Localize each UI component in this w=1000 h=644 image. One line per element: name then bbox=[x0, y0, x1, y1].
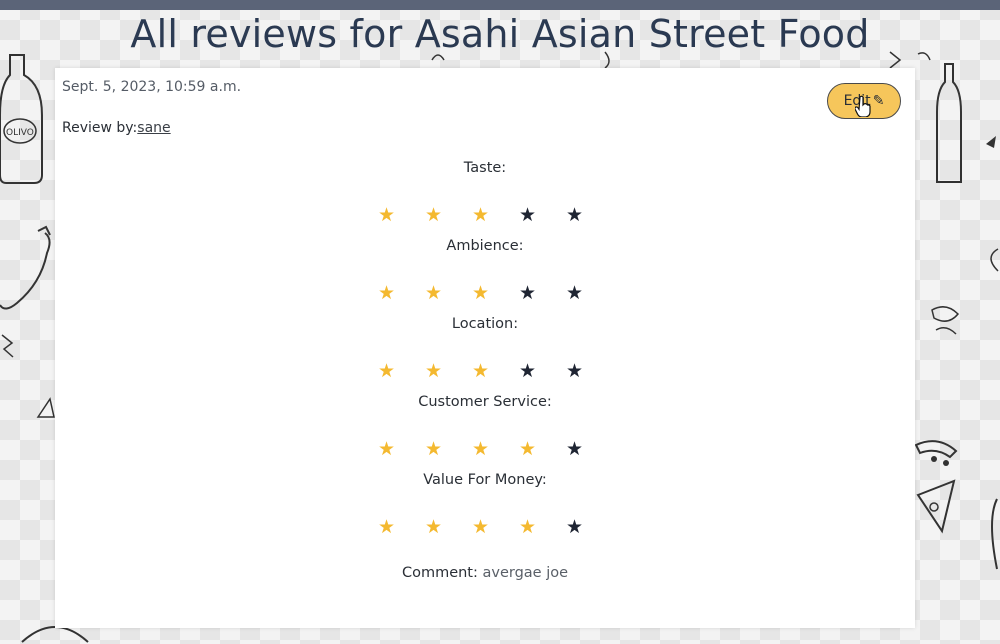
bottle-doodle bbox=[936, 63, 962, 183]
hand-pointer-icon bbox=[855, 95, 871, 117]
star-icon: ★ bbox=[471, 204, 490, 226]
star-icon: ★ bbox=[424, 516, 443, 538]
star-icon: ★ bbox=[377, 516, 396, 538]
pencil-icon: ✎ bbox=[872, 93, 885, 109]
rating-label: Ambience: bbox=[446, 238, 524, 254]
pizza-doodle bbox=[914, 440, 958, 534]
review-comment: Comment: avergae joe bbox=[55, 565, 915, 581]
star-rating: ★ ★ ★ ★ ★ bbox=[377, 518, 584, 537]
star-icon: ★ bbox=[518, 360, 537, 382]
star-icon: ★ bbox=[565, 516, 584, 538]
star-rating: ★ ★ ★ ★ ★ bbox=[377, 440, 584, 459]
svg-text:OLIVO: OLIVO bbox=[6, 128, 34, 138]
star-icon: ★ bbox=[377, 438, 396, 460]
star-icon: ★ bbox=[565, 282, 584, 304]
star-icon: ★ bbox=[471, 282, 490, 304]
star-icon: ★ bbox=[565, 204, 584, 226]
rating-label: Customer Service: bbox=[418, 394, 552, 410]
cheese-doodle bbox=[36, 397, 55, 418]
leaf-doodle bbox=[986, 136, 996, 148]
rating-customer-service: Customer Service: ★ ★ ★ ★ ★ bbox=[55, 390, 915, 468]
star-icon: ★ bbox=[377, 204, 396, 226]
star-icon: ★ bbox=[377, 360, 396, 382]
star-icon: ★ bbox=[377, 282, 396, 304]
ratings-list: Taste: ★ ★ ★ ★ ★ Ambience: ★ ★ ★ ★ ★ Location: ★… bbox=[55, 156, 915, 546]
review-card: Sept. 5, 2023, 10:59 a.m. Review by:sane… bbox=[55, 68, 915, 628]
star-icon: ★ bbox=[471, 360, 490, 382]
page-title: All reviews for Asahi Asian Street Food bbox=[130, 12, 870, 56]
comment-label: Comment: bbox=[401, 565, 478, 581]
star-icon: ★ bbox=[471, 516, 490, 538]
pepper-doodle bbox=[991, 498, 998, 570]
star-rating: ★ ★ ★ ★ ★ bbox=[377, 284, 584, 303]
rating-taste: Taste: ★ ★ ★ ★ ★ bbox=[55, 156, 915, 234]
star-rating: ★ ★ ★ ★ ★ bbox=[377, 206, 584, 225]
review-by-label: Review by: bbox=[62, 120, 138, 136]
rating-location: Location: ★ ★ ★ ★ ★ bbox=[55, 312, 915, 390]
herb-doodle bbox=[1, 334, 14, 358]
star-icon: ★ bbox=[518, 438, 537, 460]
star-icon: ★ bbox=[424, 282, 443, 304]
star-icon: ★ bbox=[424, 204, 443, 226]
eggplant-doodle bbox=[0, 225, 51, 310]
star-rating: ★ ★ ★ ★ ★ bbox=[377, 362, 584, 381]
rating-label: Value For Money: bbox=[423, 472, 547, 488]
olive-oil-bottle-doodle: OLIVO bbox=[0, 54, 43, 184]
rating-ambience: Ambience: ★ ★ ★ ★ ★ bbox=[55, 234, 915, 312]
star-icon: ★ bbox=[518, 282, 537, 304]
star-icon: ★ bbox=[565, 360, 584, 382]
star-icon: ★ bbox=[565, 438, 584, 460]
pasta-doodle bbox=[931, 306, 960, 335]
star-icon: ★ bbox=[424, 438, 443, 460]
star-icon: ★ bbox=[518, 516, 537, 538]
garlic-doodle bbox=[990, 248, 999, 272]
review-by: Review by:sane bbox=[62, 120, 171, 136]
top-strip bbox=[0, 0, 1000, 10]
rating-label: Taste: bbox=[463, 160, 507, 176]
star-icon: ★ bbox=[518, 204, 537, 226]
rating-value-for-money: Value For Money: ★ ★ ★ ★ ★ bbox=[55, 468, 915, 546]
comment-text: avergae joe bbox=[482, 565, 569, 581]
star-icon: ★ bbox=[471, 438, 490, 460]
star-icon: ★ bbox=[424, 360, 443, 382]
reviewer-link[interactable]: sane bbox=[137, 120, 170, 136]
review-timestamp: Sept. 5, 2023, 10:59 a.m. bbox=[62, 79, 242, 95]
rating-label: Location: bbox=[451, 316, 519, 332]
